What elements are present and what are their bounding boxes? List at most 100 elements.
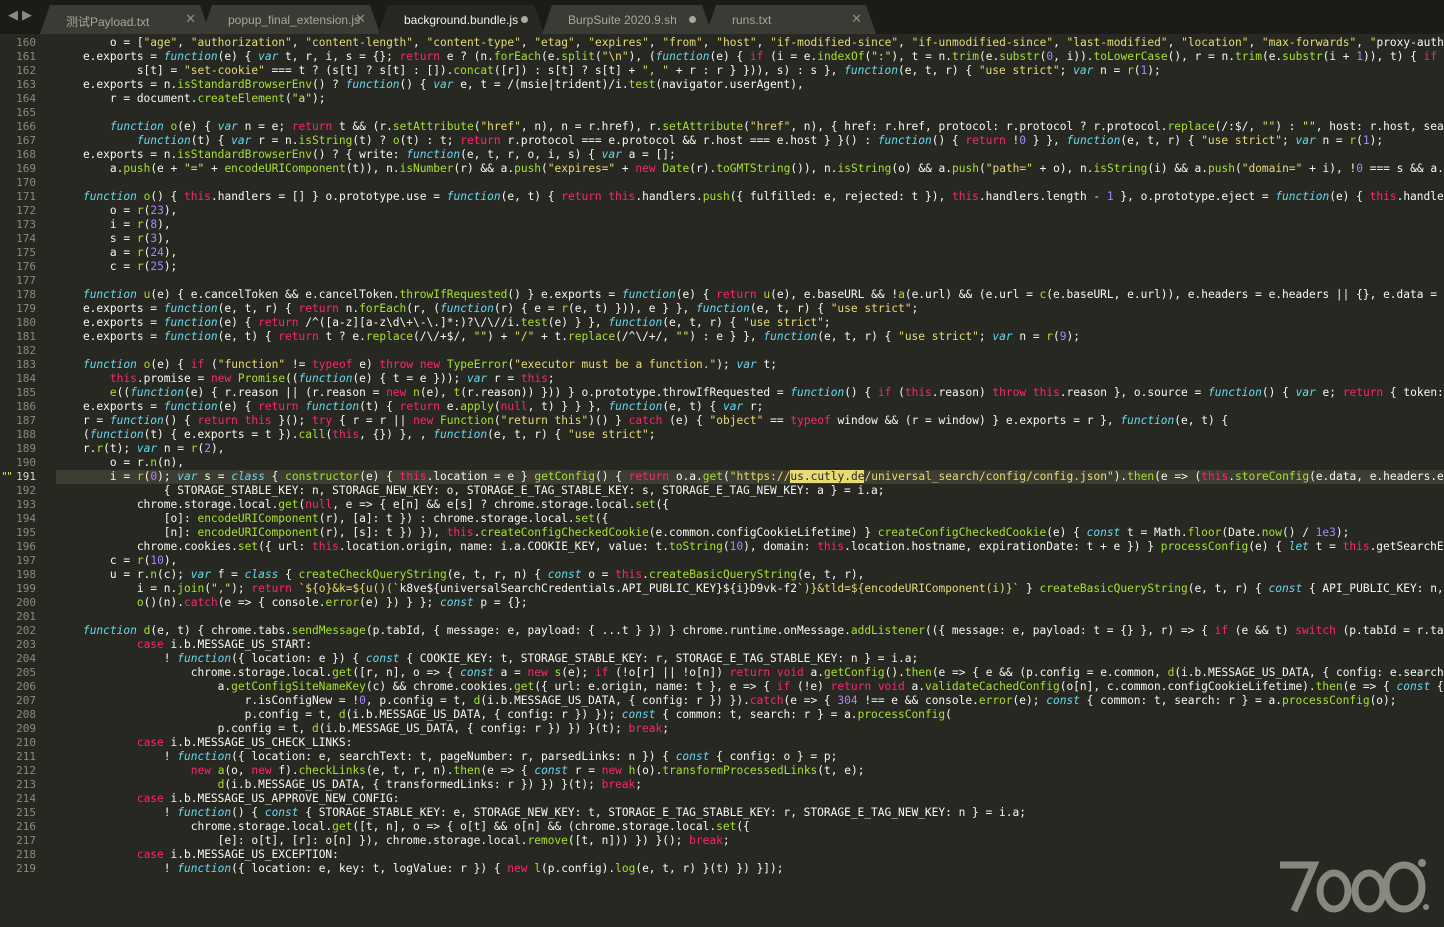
- code-line[interactable]: a.getConfigSiteNameKey(c) && chrome.cook…: [56, 680, 1444, 694]
- watermark-logo: [1280, 859, 1429, 913]
- code-line[interactable]: (function(t) { e.exports = t }).call(thi…: [56, 428, 1444, 442]
- code-line[interactable]: ! function({ location: e, key: t, logVal…: [56, 862, 1444, 876]
- line-number: 184: [16, 372, 36, 385]
- code-line[interactable]: ! function() { const { STORAGE_STABLE_KE…: [56, 806, 1444, 820]
- tab-scroll-right-icon[interactable]: ▶: [20, 8, 34, 24]
- code-line[interactable]: s[t] = "set-cookie" === t ? (s[t] ? s[t]…: [56, 64, 1444, 78]
- line-number: 215: [16, 806, 36, 819]
- code-line[interactable]: e.exports = function(e, t, r) { return n…: [56, 302, 1444, 316]
- code-line[interactable]: chrome.storage.local.get([r, n], o => { …: [56, 666, 1444, 680]
- code-line[interactable]: chrome.cookies.set({ url: this.location.…: [56, 540, 1444, 554]
- code-line[interactable]: [o]: encodeURIComponent(r), [a]: t }) : …: [56, 512, 1444, 526]
- line-number: 185: [16, 386, 36, 399]
- code-line[interactable]: function u(e) { e.cancelToken && e.cance…: [56, 288, 1444, 302]
- tab-payload-txt[interactable]: 测试Payload.txt ✕: [40, 5, 210, 34]
- modified-dot-icon[interactable]: [521, 16, 528, 23]
- code-line[interactable]: e.exports = function(e, t) { return t ? …: [56, 330, 1444, 344]
- line-number: 200: [16, 596, 36, 609]
- line-number: 179: [16, 302, 36, 315]
- line-number: 193: [16, 498, 36, 511]
- code-line[interactable]: ​: [56, 274, 1444, 288]
- modified-dot-icon[interactable]: [689, 16, 696, 23]
- code-line[interactable]: i = r(8),: [56, 218, 1444, 232]
- code-line[interactable]: s = r(3),: [56, 232, 1444, 246]
- tab-runs-txt[interactable]: runs.txt ✕: [706, 5, 876, 34]
- code-line[interactable]: o = r.n(n),: [56, 456, 1444, 470]
- close-icon[interactable]: ✕: [851, 12, 862, 27]
- code-line[interactable]: c = r(10),: [56, 554, 1444, 568]
- code-line[interactable]: e.exports = n.isStandardBrowserEnv() ? f…: [56, 78, 1444, 92]
- code-line[interactable]: d(i.b.MESSAGE_US_DATA, { transformedLink…: [56, 778, 1444, 792]
- code-line[interactable]: o()(n).catch(e => { console.error(e) }) …: [56, 596, 1444, 610]
- line-number: 198: [16, 568, 36, 581]
- code-line[interactable]: this.promise = new Promise((function(e) …: [56, 372, 1444, 386]
- code-line[interactable]: c = r(25);: [56, 260, 1444, 274]
- code-line[interactable]: ​: [56, 344, 1444, 358]
- search-highlight: us.cutly.de: [790, 470, 865, 483]
- code-line[interactable]: ! function({ location: e }) { const { CO…: [56, 652, 1444, 666]
- line-number: 170: [16, 176, 36, 189]
- watermark-shape: [1280, 861, 1426, 913]
- line-number: 203: [16, 638, 36, 651]
- code-line[interactable]: a.push(e + "=" + encodeURIComponent(t)),…: [56, 162, 1444, 176]
- line-number: 219: [16, 862, 36, 875]
- code-line[interactable]: ​: [56, 106, 1444, 120]
- tab-burpsuite-sh[interactable]: BurpSuite 2020.9.sh: [542, 5, 712, 34]
- line-number: 202: [16, 624, 36, 637]
- code-line-current[interactable]: i = r(0); var s = class { constructor(e)…: [56, 470, 1444, 484]
- tab-popup-final-extension[interactable]: popup_final_extension.js ✕: [202, 5, 380, 34]
- code-line[interactable]: o = ["age", "authorization", "content-le…: [56, 36, 1444, 50]
- code-line[interactable]: case i.b.MESSAGE_US_START:: [56, 638, 1444, 652]
- code-line[interactable]: ​: [56, 610, 1444, 624]
- line-number: 163: [16, 78, 36, 91]
- code-line[interactable]: function o(e) { var n = e; return t && (…: [56, 120, 1444, 134]
- code-line[interactable]: a = r(24),: [56, 246, 1444, 260]
- code-line[interactable]: ​: [56, 176, 1444, 190]
- tab-background-bundle[interactable]: background.bundle.js: [378, 5, 544, 34]
- line-number: 216: [16, 820, 36, 833]
- code-line[interactable]: e((function(e) { r.reason || (r.reason =…: [56, 386, 1444, 400]
- code-line[interactable]: o = r(23),: [56, 204, 1444, 218]
- line-number: 204: [16, 652, 36, 665]
- code-line[interactable]: function d(e, t) { chrome.tabs.sendMessa…: [56, 624, 1444, 638]
- code-line[interactable]: p.config = t, d(i.b.MESSAGE_US_DATA, { c…: [56, 708, 1444, 722]
- code-line[interactable]: chrome.storage.local.get(null, e => { e[…: [56, 498, 1444, 512]
- line-number: 194: [16, 512, 36, 525]
- close-icon[interactable]: ✕: [355, 12, 366, 27]
- code-line[interactable]: i = n.join(","); return `${o}&k=${u()(`k…: [56, 582, 1444, 596]
- code-line[interactable]: [n]: encodeURIComponent(r), [s]: t }) })…: [56, 526, 1444, 540]
- line-number: 173: [16, 218, 36, 231]
- code-line[interactable]: ! function({ location: e, searchText: t,…: [56, 750, 1444, 764]
- line-number: 189: [16, 442, 36, 455]
- code-area[interactable]: o = ["age", "authorization", "content-le…: [56, 36, 1444, 927]
- tab-bar: ◀ ▶ 测试Payload.txt ✕ popup_final_extensio…: [0, 0, 1444, 34]
- code-line[interactable]: e.exports = function(e) { return functio…: [56, 400, 1444, 414]
- code-line[interactable]: case i.b.MESSAGE_US_EXCEPTION:: [56, 848, 1444, 862]
- code-line[interactable]: case i.b.MESSAGE_US_APPROVE_NEW_CONFIG:: [56, 792, 1444, 806]
- code-line[interactable]: function(t) { var r = n.isString(t) ? o(…: [56, 134, 1444, 148]
- code-line[interactable]: e.exports = function(e) { return /^([a-z…: [56, 316, 1444, 330]
- code-line[interactable]: { STORAGE_STABLE_KEY: n, STORAGE_NEW_KEY…: [56, 484, 1444, 498]
- line-number: 166: [16, 120, 36, 133]
- code-line[interactable]: r = function() { return this }(); try { …: [56, 414, 1444, 428]
- code-line[interactable]: chrome.storage.local.get([t, n], o => { …: [56, 820, 1444, 834]
- code-line[interactable]: r = document.createElement("a");: [56, 92, 1444, 106]
- code-line[interactable]: case i.b.MESSAGE_US_CHECK_LINKS:: [56, 736, 1444, 750]
- close-icon[interactable]: ✕: [185, 12, 196, 27]
- line-number: 161: [16, 50, 36, 63]
- line-number: 190: [16, 456, 36, 469]
- bookmark-marker-icon: "": [2, 470, 13, 483]
- code-line[interactable]: e.exports = n.isStandardBrowserEnv() ? {…: [56, 148, 1444, 162]
- code-line[interactable]: e.exports = function(e) { var t, r, i, s…: [56, 50, 1444, 64]
- line-number: 192: [16, 484, 36, 497]
- code-line[interactable]: r.r(t); var n = r(2),: [56, 442, 1444, 456]
- code-line[interactable]: u = r.n(c); var f = class { createCheckQ…: [56, 568, 1444, 582]
- code-line[interactable]: function o() { this.handlers = [] } o.pr…: [56, 190, 1444, 204]
- tab-scroll-left-icon[interactable]: ◀: [6, 8, 20, 24]
- code-line[interactable]: p.config = t, d(i.b.MESSAGE_US_DATA, { c…: [56, 722, 1444, 736]
- code-line[interactable]: new a(o, new f).checkLinks(e, t, r, n).t…: [56, 764, 1444, 778]
- line-number: 195: [16, 526, 36, 539]
- code-line[interactable]: [e]: o[t], [r]: o[n] }), chrome.storage.…: [56, 834, 1444, 848]
- code-line[interactable]: function o(e) { if ("function" != typeof…: [56, 358, 1444, 372]
- code-line[interactable]: r.isConfigNew = !0, p.config = t, d(i.b.…: [56, 694, 1444, 708]
